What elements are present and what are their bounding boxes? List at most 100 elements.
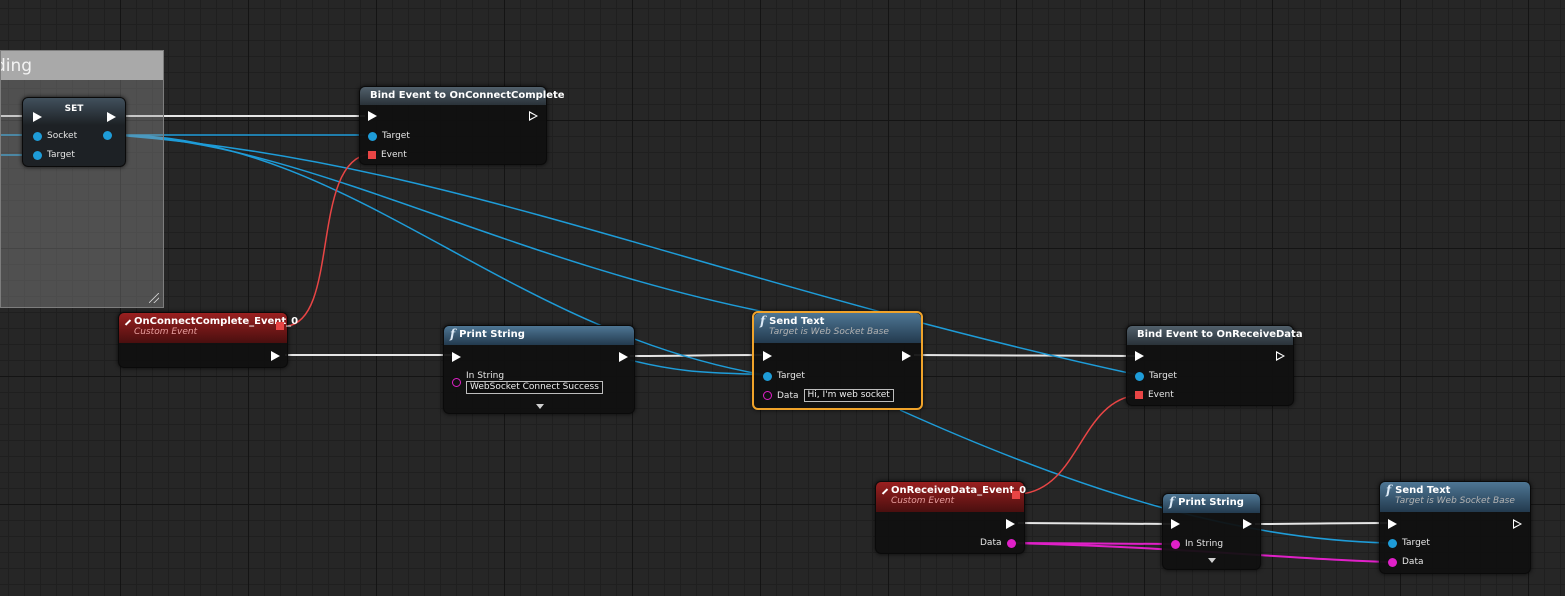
string-pin-icon <box>452 378 461 387</box>
node-header: OnReceiveData_Event_0 Custom Event <box>876 482 1027 512</box>
string-pin-icon <box>763 391 772 400</box>
exec-wire <box>1254 522 1388 525</box>
object-pin-icon <box>368 131 377 141</box>
node-header: Bind Event to OnReceiveData <box>1127 326 1303 345</box>
exec-wire <box>629 354 763 357</box>
socket-out-pin[interactable] <box>103 131 117 140</box>
exec-in-pin[interactable] <box>1388 519 1397 529</box>
send-text-node[interactable]: f Send Text Target is Web Socket Base Ta… <box>752 311 923 410</box>
target-pin[interactable]: Target <box>1135 371 1177 381</box>
node-header: f Send Text Target is Web Socket Base <box>754 313 921 343</box>
delegate-pin-icon <box>368 151 376 159</box>
event-diamond-icon <box>881 488 889 495</box>
print-string-node[interactable]: f Print String In String WebSocket Conne… <box>443 325 635 414</box>
send-text-node[interactable]: f Send Text Target is Web Socket Base Ta… <box>1379 481 1531 574</box>
function-icon: f <box>1169 495 1175 509</box>
node-header: f Send Text Target is Web Socket Base <box>1380 482 1530 512</box>
resize-grip-icon[interactable] <box>149 293 159 303</box>
node-title: Bind Event to OnReceiveData <box>1137 329 1303 340</box>
event-pin[interactable]: Event <box>1135 390 1174 400</box>
delegate-pin-icon <box>1012 491 1020 499</box>
comment-title[interactable]: ding <box>1 51 163 80</box>
expand-chevron-icon[interactable] <box>1208 558 1216 563</box>
target-pin-label: Target <box>382 131 410 141</box>
data-input[interactable]: Hi, I'm web socket <box>803 389 894 402</box>
in-string-input[interactable]: WebSocket Connect Success <box>466 381 603 394</box>
object-pin-icon <box>103 131 112 140</box>
delegate-out-pin[interactable] <box>1012 491 1025 499</box>
node-subtitle: Target is Web Socket Base <box>1395 496 1515 506</box>
wire-layer <box>0 115 1391 563</box>
exec-out-pin[interactable] <box>1276 351 1285 361</box>
target-pin-label: Target <box>777 371 805 381</box>
exec-in-pin[interactable] <box>368 111 377 121</box>
data-out-pin[interactable]: Data <box>980 538 1021 548</box>
string-pin-icon <box>1388 557 1397 567</box>
data-pin-label: Data <box>1402 557 1424 567</box>
object-pin-icon <box>763 371 772 381</box>
node-subtitle: Custom Event <box>891 496 955 506</box>
target-pin[interactable]: Target <box>33 150 75 160</box>
data-pin[interactable]: Data Hi, I'm web socket <box>763 389 894 402</box>
in-string-pin[interactable]: In String <box>1171 539 1223 549</box>
in-string-pin-label: In String <box>466 371 505 381</box>
delegate-wire <box>1020 394 1139 495</box>
on-receive-data-event-node[interactable]: OnReceiveData_Event_0 Custom Event Data <box>875 481 1027 554</box>
event-diamond-icon <box>124 319 132 326</box>
in-string-pin-label: In String <box>1185 539 1224 549</box>
target-pin[interactable]: Target <box>368 131 410 141</box>
node-subtitle: Custom Event <box>134 327 198 337</box>
data-pin[interactable]: Data <box>1388 557 1424 567</box>
node-title: Bind Event to OnConnectComplete <box>370 90 565 101</box>
node-header: OnConnectComplete_Event_0 Custom Event <box>119 313 298 343</box>
socket-pin[interactable]: Socket <box>33 131 77 141</box>
delegate-wire <box>286 153 371 327</box>
exec-in-pin[interactable] <box>33 112 42 122</box>
socket-wire <box>629 359 766 376</box>
in-string-pin[interactable]: In String WebSocket Connect Success <box>452 371 603 394</box>
exec-out-pin[interactable] <box>902 351 911 361</box>
exec-in-pin[interactable] <box>1171 519 1180 529</box>
exec-out-pin[interactable] <box>619 352 628 362</box>
set-variable-node[interactable]: SET Socket Target <box>22 97 126 167</box>
exec-in-pin[interactable] <box>452 352 461 362</box>
bind-connect-node[interactable]: Bind Event to OnConnectComplete Target E… <box>359 86 565 165</box>
node-title: Send Text <box>1395 485 1451 496</box>
exec-out-pin[interactable] <box>1006 519 1015 529</box>
event-pin[interactable]: Event <box>368 150 407 160</box>
object-pin-icon <box>33 150 42 160</box>
exec-out-pin[interactable] <box>1513 519 1522 529</box>
on-connect-complete-event-node[interactable]: OnConnectComplete_Event_0 Custom Event <box>118 312 298 368</box>
exec-out-pin[interactable] <box>1243 519 1252 529</box>
exec-wire <box>1017 522 1173 525</box>
string-pin-icon <box>1171 539 1180 549</box>
function-icon: f <box>760 314 766 328</box>
node-title: Print String <box>459 329 525 340</box>
node-title: Send Text <box>769 316 825 327</box>
exec-wire <box>913 354 1136 357</box>
expand-chevron-icon[interactable] <box>536 404 544 409</box>
function-icon: f <box>450 327 456 341</box>
target-pin[interactable]: Target <box>763 371 805 381</box>
exec-in-pin[interactable] <box>763 351 772 361</box>
comment-box[interactable]: ding <box>0 50 164 308</box>
node-header: Bind Event to OnConnectComplete <box>360 87 565 105</box>
exec-out-pin[interactable] <box>107 112 116 122</box>
node-header: f Print String <box>444 326 634 345</box>
function-icon: f <box>1386 483 1392 497</box>
string-pin-icon <box>1006 538 1016 548</box>
print-string-node[interactable]: f Print String In String <box>1162 493 1261 570</box>
node-title: OnConnectComplete_Event_0 <box>134 316 299 327</box>
delegate-out-pin[interactable] <box>276 322 289 330</box>
exec-in-pin[interactable] <box>1135 351 1144 361</box>
exec-out-pin[interactable] <box>529 111 538 121</box>
node-title: OnReceiveData_Event_0 <box>891 485 1027 496</box>
string-wire <box>1009 542 1176 545</box>
target-pin-label: Target <box>47 150 75 160</box>
data-pin-label: Data <box>777 390 799 401</box>
target-pin[interactable]: Target <box>1388 538 1430 548</box>
object-pin-icon <box>1135 371 1144 381</box>
node-header: f Print String <box>1163 494 1260 513</box>
bind-receive-node[interactable]: Bind Event to OnReceiveData Target Event <box>1126 325 1303 406</box>
exec-out-pin[interactable] <box>271 351 280 361</box>
